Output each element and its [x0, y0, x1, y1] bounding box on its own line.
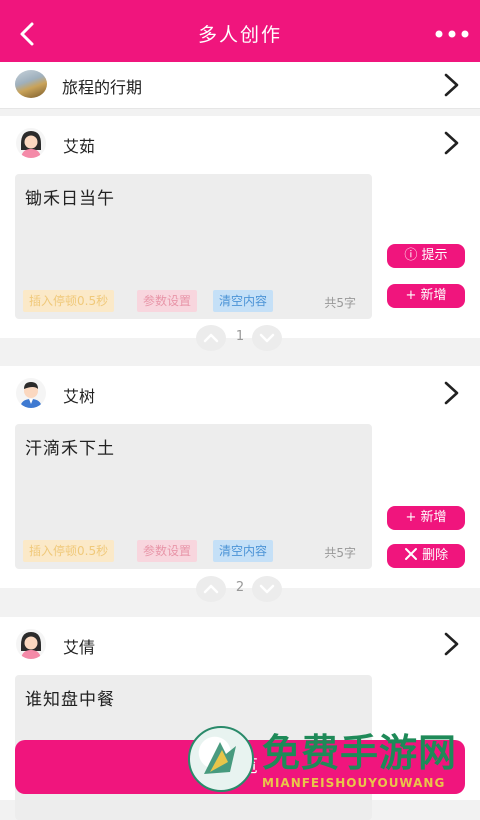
params-settings-button[interactable]: 参数设置: [137, 540, 198, 562]
voice-card: 艾树 汗滴禾下土 插入停顿0.5秒 参数设置 清空内容 共5字 + 新增 删除: [0, 366, 480, 588]
voice-role-row[interactable]: 艾树: [0, 366, 480, 422]
add-button[interactable]: + 新增: [387, 284, 465, 308]
chevron-up-icon: [203, 584, 219, 594]
avatar-female: [16, 629, 46, 659]
delete-button[interactable]: 删除: [387, 544, 465, 568]
text-content: 锄禾日当午: [25, 189, 115, 209]
segment-pager: 1: [194, 323, 286, 353]
insert-pause-button[interactable]: 插入停顿0.5秒: [23, 290, 115, 312]
project-title: 旅程的行期: [62, 78, 143, 97]
text-editor[interactable]: 锄禾日当午 插入停顿0.5秒 参数设置 清空内容 共5字: [15, 174, 372, 319]
move-up-button[interactable]: [196, 325, 226, 351]
voice-role-row[interactable]: 艾茹: [0, 116, 480, 172]
move-down-button[interactable]: [252, 576, 282, 602]
preview-label: 预览: [218, 756, 262, 777]
segment-number: 1: [235, 329, 245, 344]
segment-pager: 2: [194, 574, 286, 604]
insert-pause-button[interactable]: 插入停顿0.5秒: [23, 540, 115, 562]
text-content: 谁知盘中餐: [25, 690, 115, 710]
char-count: 共5字: [324, 296, 356, 310]
avatar-male: [16, 378, 46, 408]
hint-button[interactable]: ⓘ 提示: [387, 244, 465, 268]
avatar-female: [16, 128, 46, 158]
move-up-button[interactable]: [196, 576, 226, 602]
move-down-button[interactable]: [252, 325, 282, 351]
params-settings-button[interactable]: 参数设置: [137, 290, 198, 312]
close-icon: [404, 548, 417, 560]
text-content: 汗滴禾下土: [25, 439, 115, 459]
chevron-right-icon[interactable]: [441, 380, 463, 406]
voice-card: 艾茹 锄禾日当午 插入停顿0.5秒 参数设置 清空内容 共5字 ⓘ 提示 + 新…: [0, 116, 480, 338]
project-selector[interactable]: 旅程的行期: [0, 62, 480, 109]
voice-role-row[interactable]: 艾倩: [0, 617, 480, 673]
more-options-icon[interactable]: [434, 24, 470, 44]
role-name: 艾树: [63, 387, 96, 406]
clear-content-button[interactable]: 清空内容: [213, 290, 274, 312]
chevron-down-icon: [259, 584, 275, 594]
chevron-up-icon: [203, 333, 219, 343]
chevron-right-icon[interactable]: [441, 130, 463, 156]
chevron-right-icon[interactable]: [441, 631, 463, 657]
clear-content-button[interactable]: 清空内容: [213, 540, 274, 562]
add-button[interactable]: + 新增: [387, 506, 465, 530]
segment-number: 2: [235, 580, 245, 595]
text-editor[interactable]: 汗滴禾下土 插入停顿0.5秒 参数设置 清空内容 共5字: [15, 424, 372, 569]
app-header: 多人创作: [0, 0, 480, 70]
chevron-right-icon[interactable]: [441, 72, 463, 98]
project-thumbnail: [15, 70, 47, 98]
chevron-down-icon: [259, 333, 275, 343]
char-count: 共5字: [324, 546, 356, 560]
page-title: 多人创作: [197, 24, 282, 46]
role-name: 艾茹: [63, 137, 96, 156]
role-name: 艾倩: [63, 638, 96, 657]
preview-button[interactable]: 预览: [15, 740, 465, 794]
delete-label: 删除: [422, 548, 449, 563]
